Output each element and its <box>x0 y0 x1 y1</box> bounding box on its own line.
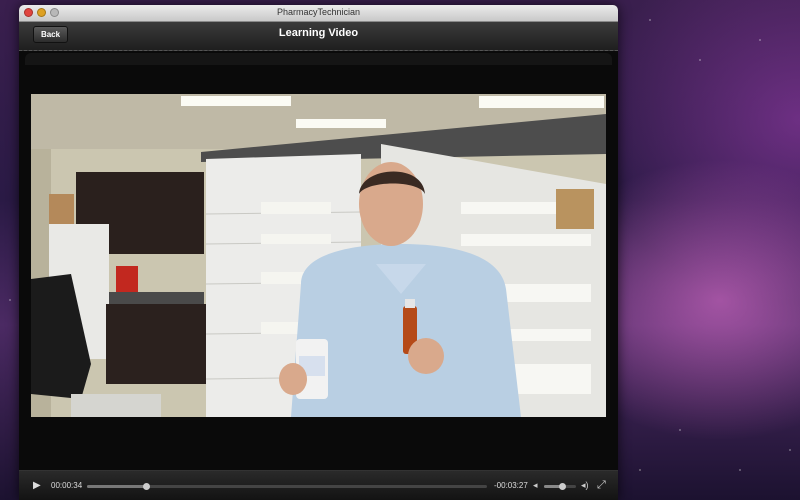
elapsed-time: 00:00:34 <box>51 481 83 490</box>
video-frame[interactable] <box>31 94 606 417</box>
volume-high-icon[interactable]: ◂) <box>581 480 589 491</box>
fullscreen-icon[interactable]: ⤢ <box>597 479 606 492</box>
window-title: PharmacyTechnician <box>276 7 361 17</box>
playback-controls: ▶ 00:00:34 -00:03:27 ◂ ◂) ⤢ <box>19 470 618 500</box>
app-window: PharmacyTechnician Back Learning Video ▶… <box>19 5 618 500</box>
video-image <box>31 94 606 417</box>
progress-scrubber[interactable] <box>87 483 487 490</box>
play-icon[interactable]: ▶ <box>33 480 41 491</box>
volume-slider[interactable] <box>544 483 576 490</box>
page-title: Learning Video <box>278 27 359 39</box>
title-bar[interactable]: PharmacyTechnician <box>19 5 618 22</box>
nav-bar: Back Learning Video <box>19 22 618 51</box>
progress-knob[interactable] <box>143 483 151 490</box>
volume-low-icon[interactable]: ◂ <box>533 480 538 491</box>
progress-fill <box>87 485 147 488</box>
content-panel-header <box>25 53 612 65</box>
remaining-time: -00:03:27 <box>494 481 528 490</box>
volume-knob[interactable] <box>558 483 566 490</box>
